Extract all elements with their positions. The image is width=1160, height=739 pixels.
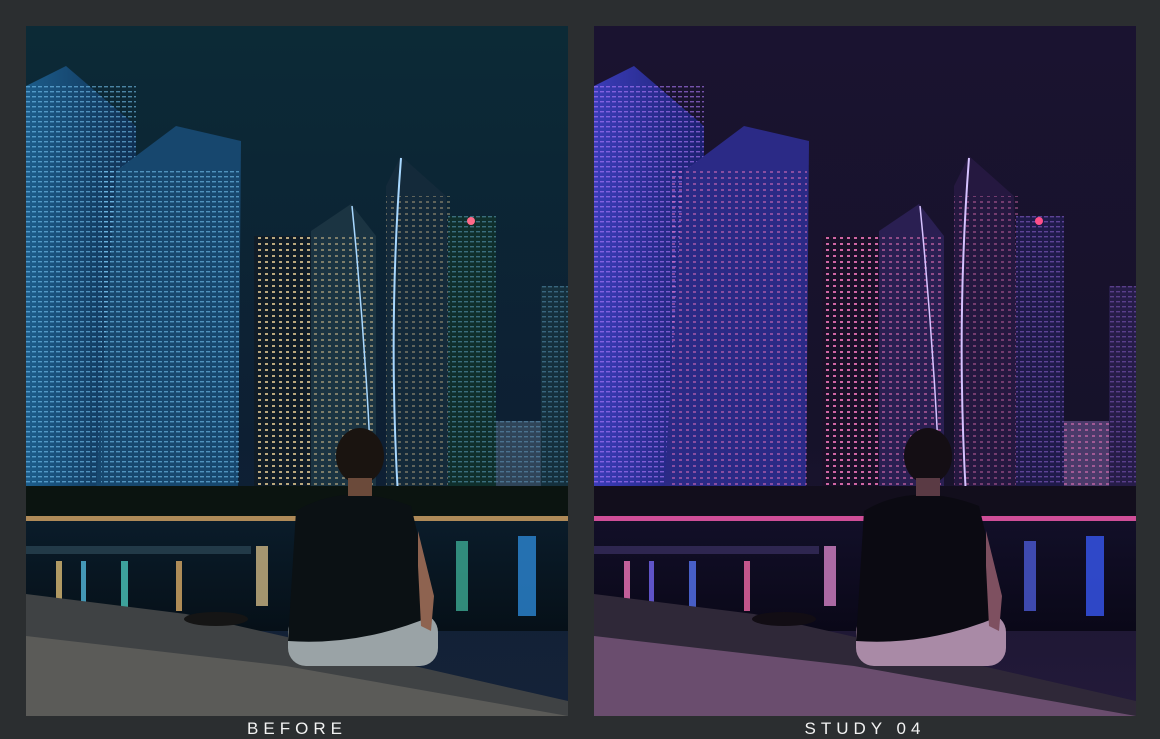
after-photo <box>594 26 1136 716</box>
before-photo-scene <box>26 26 568 716</box>
after-photo-scene <box>594 26 1136 716</box>
after-label: STUDY 04 <box>804 719 926 738</box>
before-label: BEFORE <box>247 719 347 738</box>
before-photo <box>26 26 568 716</box>
